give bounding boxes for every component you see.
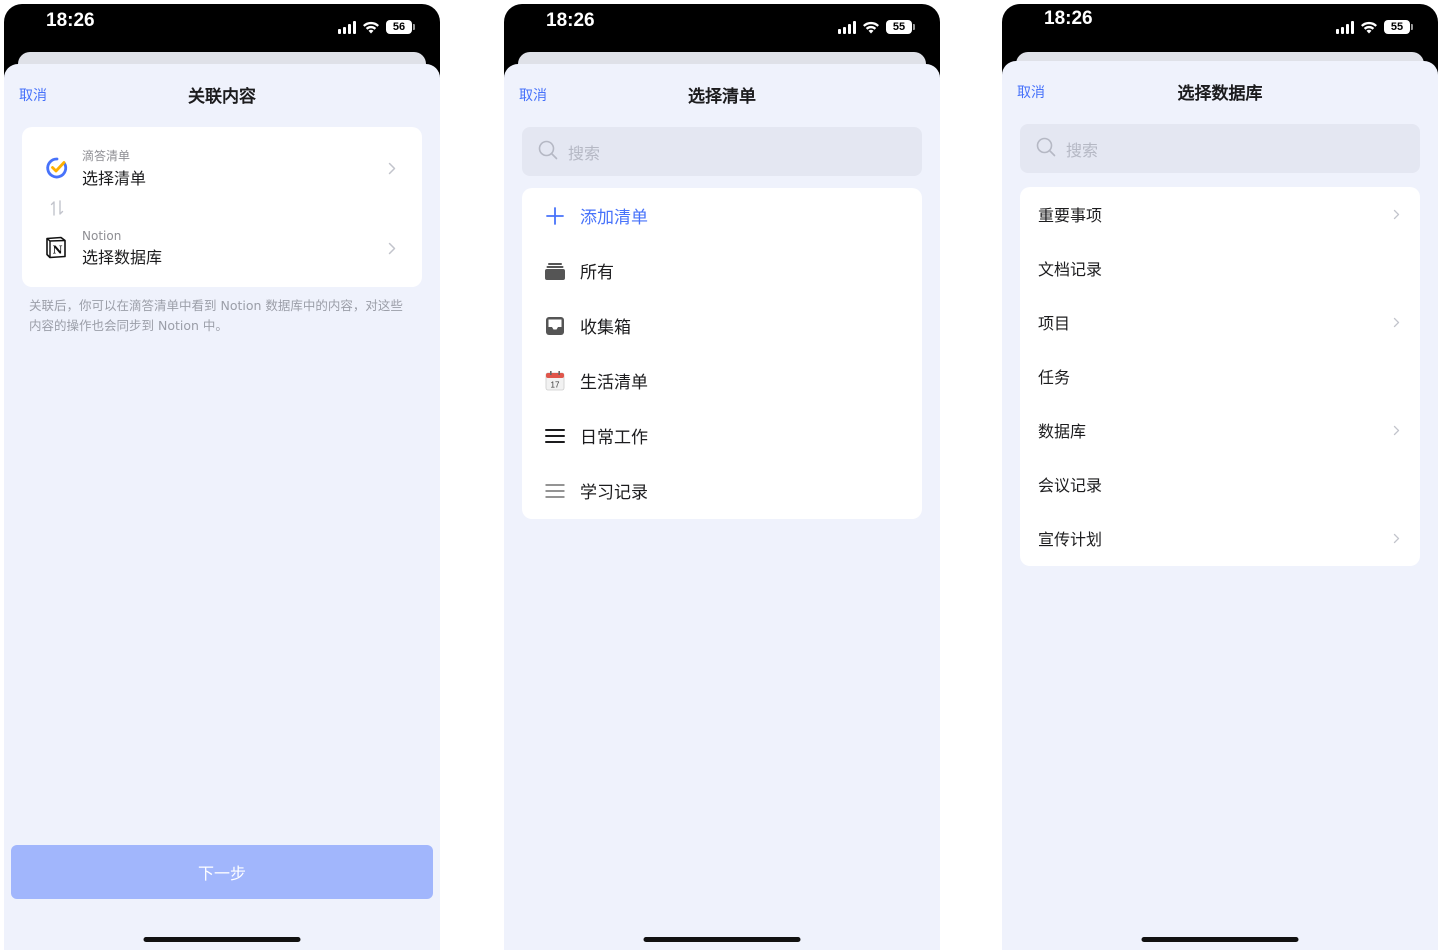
- phone-screen-select-list: 18:26 55 取消 选择清单 搜索 添加清单 所有 收集箱 17 生活清单 …: [504, 4, 940, 950]
- chevron-right-icon: [388, 242, 396, 255]
- database-item-label: 重要事项: [1038, 206, 1103, 225]
- home-indicator: [643, 937, 801, 942]
- select-list-label: 选择清单: [82, 169, 147, 188]
- cellular-signal-icon: [1336, 20, 1354, 34]
- wifi-icon: [862, 21, 880, 34]
- search-input[interactable]: 搜索: [1020, 124, 1420, 173]
- database-item[interactable]: 重要事项: [1020, 187, 1420, 241]
- list-item-label: 收集箱: [580, 318, 631, 338]
- thin-list-icon: [544, 480, 566, 502]
- modal-sheet: 取消 选择数据库 搜索 重要事项 文档记录 项目 任务 数据库 会议记录 宣传计…: [1002, 61, 1438, 950]
- chevron-right-icon: [1393, 533, 1400, 544]
- database-item-label: 文档记录: [1038, 260, 1103, 279]
- phone-screen-select-database: 18:26 55 取消 选择数据库 搜索 重要事项 文档记录 项目 任务 数据库…: [1002, 4, 1438, 950]
- status-time: 18:26: [1044, 8, 1093, 29]
- cancel-button[interactable]: 取消: [1017, 82, 1045, 102]
- list-item-label: 所有: [580, 263, 614, 283]
- chevron-right-icon: [1393, 425, 1400, 436]
- page-title: 选择清单: [688, 87, 756, 107]
- database-item[interactable]: 项目: [1020, 295, 1420, 349]
- search-placeholder: 搜索: [1066, 140, 1099, 160]
- database-item-label: 会议记录: [1038, 476, 1103, 495]
- list-item-label: 生活清单: [580, 373, 648, 393]
- svg-text:N: N: [52, 244, 62, 257]
- status-time: 18:26: [546, 10, 595, 31]
- chevron-right-icon: [388, 162, 396, 175]
- list-card: 添加清单 所有 收集箱 17 生活清单 日常工作 学习记录: [522, 188, 922, 519]
- nav-bar: 取消 选择数据库: [1002, 61, 1438, 117]
- notion-logo-icon: N: [44, 235, 70, 261]
- status-time: 18:26: [46, 10, 95, 31]
- list-item[interactable]: 学习记录: [522, 463, 922, 518]
- page-title: 关联内容: [188, 87, 256, 107]
- database-item[interactable]: 宣传计划: [1020, 511, 1420, 565]
- chevron-right-icon: [1393, 209, 1400, 220]
- add-list-label: 添加清单: [580, 208, 648, 228]
- modal-sheet: 取消 选择清单 搜索 添加清单 所有 收集箱 17 生活清单 日常工作 学习记录: [504, 64, 940, 950]
- search-icon: [538, 140, 558, 164]
- cellular-signal-icon: [838, 20, 856, 34]
- sync-arrows-icon: [50, 199, 64, 221]
- database-card: 重要事项 文档记录 项目 任务 数据库 会议记录 宣传计划: [1020, 187, 1420, 566]
- link-hint-text: 关联后，你可以在滴答清单中看到 Notion 数据库中的内容，对这些内容的操作也…: [29, 298, 403, 333]
- target-app-name: Notion: [82, 228, 122, 243]
- database-item[interactable]: 数据库: [1020, 403, 1420, 457]
- database-item[interactable]: 任务: [1020, 349, 1420, 403]
- battery-icon: 55: [1384, 20, 1413, 34]
- cellular-signal-icon: [338, 20, 356, 34]
- source-app-row[interactable]: 滴答清单 选择清单: [22, 145, 422, 191]
- search-icon: [1036, 137, 1056, 161]
- list-item-label: 学习记录: [580, 483, 648, 503]
- source-app-name: 滴答清单: [82, 149, 131, 163]
- select-database-label: 选择数据库: [82, 247, 163, 267]
- inbox-icon: [544, 315, 566, 337]
- modal-sheet: 取消 关联内容 滴答清单 选择清单 N Notion 选择数据库 关联后，你可以…: [4, 64, 440, 950]
- tray-stack-icon: [544, 260, 566, 282]
- svg-text:17: 17: [551, 380, 560, 389]
- battery-icon: 56: [386, 20, 415, 34]
- wifi-icon: [1360, 21, 1378, 34]
- ticktick-logo-icon: [44, 155, 70, 181]
- link-card: 滴答清单 选择清单 N Notion 选择数据库: [22, 127, 422, 287]
- list-item-label: 日常工作: [580, 428, 648, 448]
- battery-icon: 55: [886, 20, 915, 34]
- database-item-label: 任务: [1038, 368, 1071, 387]
- calendar-emoji-icon: 17: [544, 370, 566, 392]
- home-indicator: [143, 937, 301, 942]
- wifi-icon: [362, 21, 380, 34]
- database-item[interactable]: 文档记录: [1020, 241, 1420, 295]
- nav-bar: 取消 关联内容: [4, 64, 440, 120]
- search-input[interactable]: 搜索: [522, 127, 922, 176]
- cancel-button[interactable]: 取消: [519, 85, 547, 105]
- target-app-row[interactable]: N Notion 选择数据库: [22, 225, 422, 271]
- database-item[interactable]: 会议记录: [1020, 457, 1420, 511]
- list-item[interactable]: 17 生活清单: [522, 353, 922, 408]
- hamburger-list-icon: [544, 425, 566, 447]
- next-step-button[interactable]: 下一步: [11, 845, 433, 899]
- nav-bar: 取消 选择清单: [504, 64, 940, 120]
- phone-screen-link-content: 18:26 56 取消 关联内容 滴答清单 选择清单 N Notion 选择数据…: [4, 4, 440, 950]
- search-placeholder: 搜索: [568, 143, 601, 163]
- database-item-label: 宣传计划: [1038, 530, 1103, 549]
- chevron-right-icon: [1393, 317, 1400, 328]
- cancel-button[interactable]: 取消: [19, 85, 47, 105]
- plus-icon: [544, 205, 566, 227]
- list-item[interactable]: 收集箱: [522, 298, 922, 353]
- add-list-button[interactable]: 添加清单: [522, 188, 922, 243]
- database-item-label: 数据库: [1038, 422, 1087, 441]
- list-item[interactable]: 日常工作: [522, 408, 922, 463]
- home-indicator: [1141, 937, 1299, 942]
- database-item-label: 项目: [1038, 314, 1071, 333]
- page-title: 选择数据库: [1177, 84, 1263, 104]
- list-item[interactable]: 所有: [522, 243, 922, 298]
